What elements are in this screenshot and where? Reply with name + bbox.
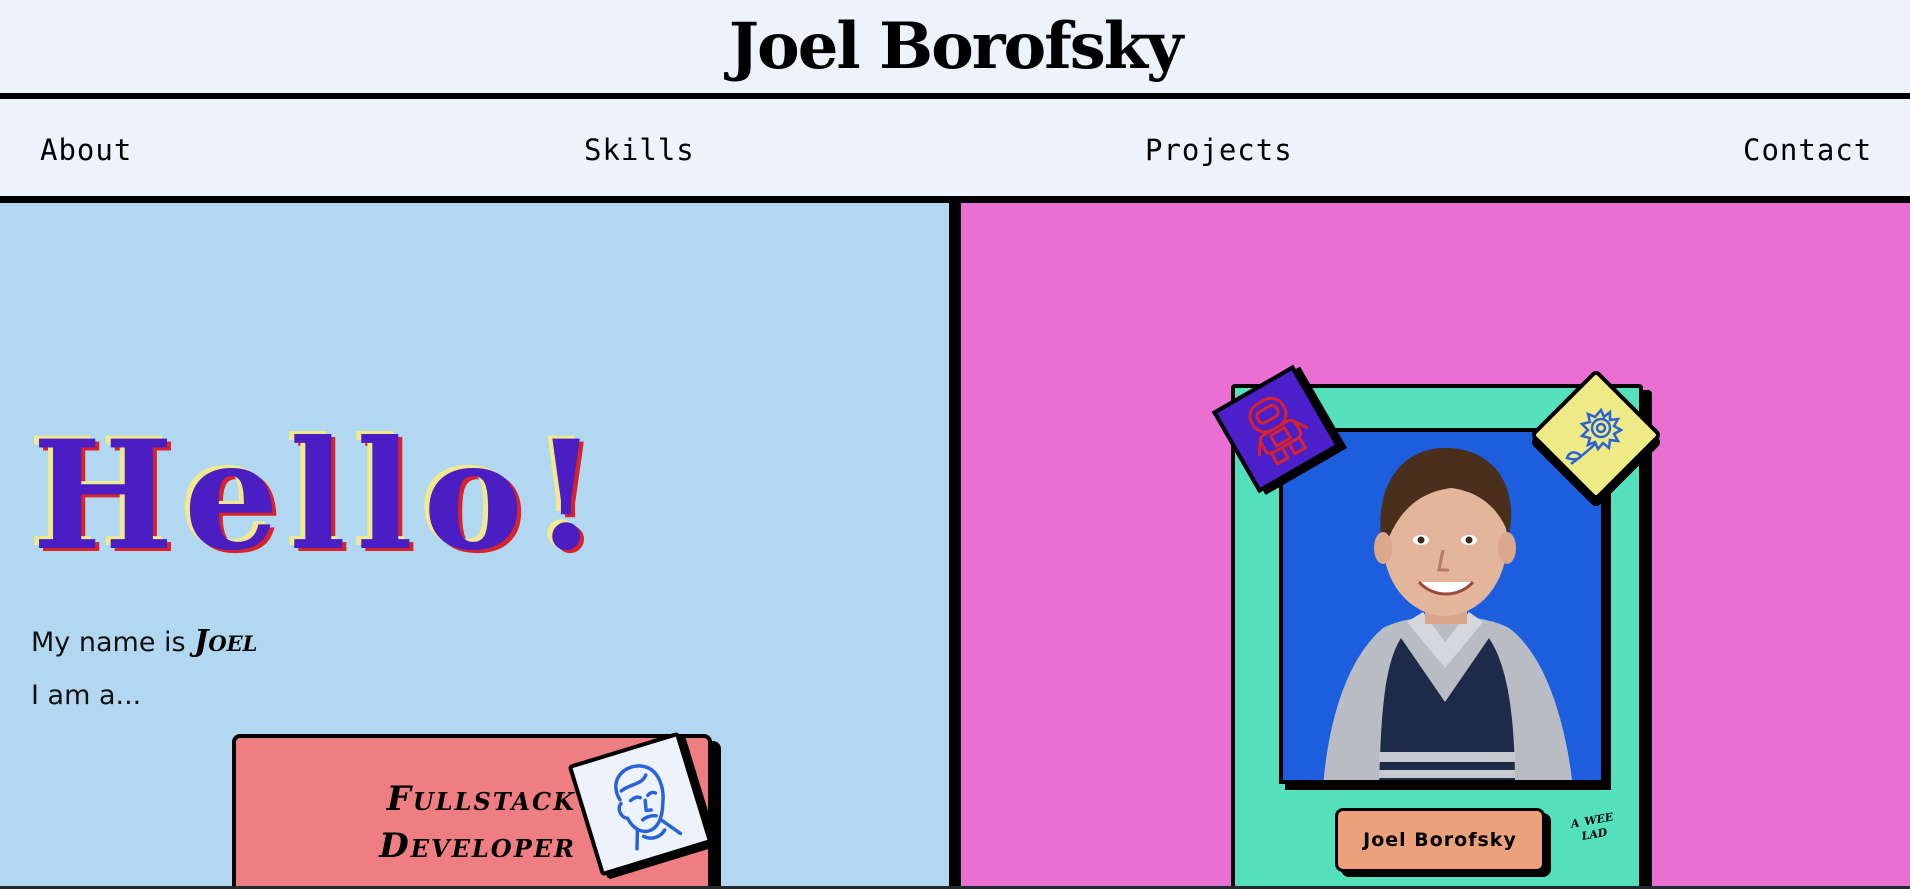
- site-header: Joel Borofsky: [0, 0, 1910, 99]
- role-text: Fullstack Developer: [376, 776, 576, 870]
- hello-heading: Hello!: [32, 408, 610, 584]
- i-am-text: I am a...: [31, 680, 142, 711]
- main-nav: About Skills Projects Contact: [0, 99, 1910, 203]
- site-title: Joel Borofsky: [728, 8, 1184, 84]
- role-card: Fullstack Developer: [232, 731, 713, 886]
- intro-panel: Hello! My name is Joel I am a... Fullsta…: [0, 203, 949, 886]
- profile-photo: [1279, 428, 1605, 784]
- wee-lad-caption: a wee lad: [1569, 806, 1615, 844]
- nameplate: Joel Borofsky: [1335, 808, 1545, 872]
- nav-contact[interactable]: Contact: [1743, 133, 1872, 167]
- name-emphasis: Joel: [194, 624, 258, 659]
- nav-about[interactable]: About: [40, 133, 132, 167]
- face-outline-icon: [567, 731, 713, 877]
- nav-skills[interactable]: Skills: [584, 133, 695, 167]
- name-line: My name is Joel: [31, 624, 257, 659]
- panel-divider: [949, 203, 961, 886]
- nav-projects[interactable]: Projects: [1145, 133, 1293, 167]
- card-panel: Joel Borofsky a wee lad: [961, 203, 1910, 886]
- name-prefix: My name is: [31, 627, 186, 658]
- role-line-2: Developer: [379, 826, 576, 866]
- role-line-1: Fullstack: [386, 779, 576, 819]
